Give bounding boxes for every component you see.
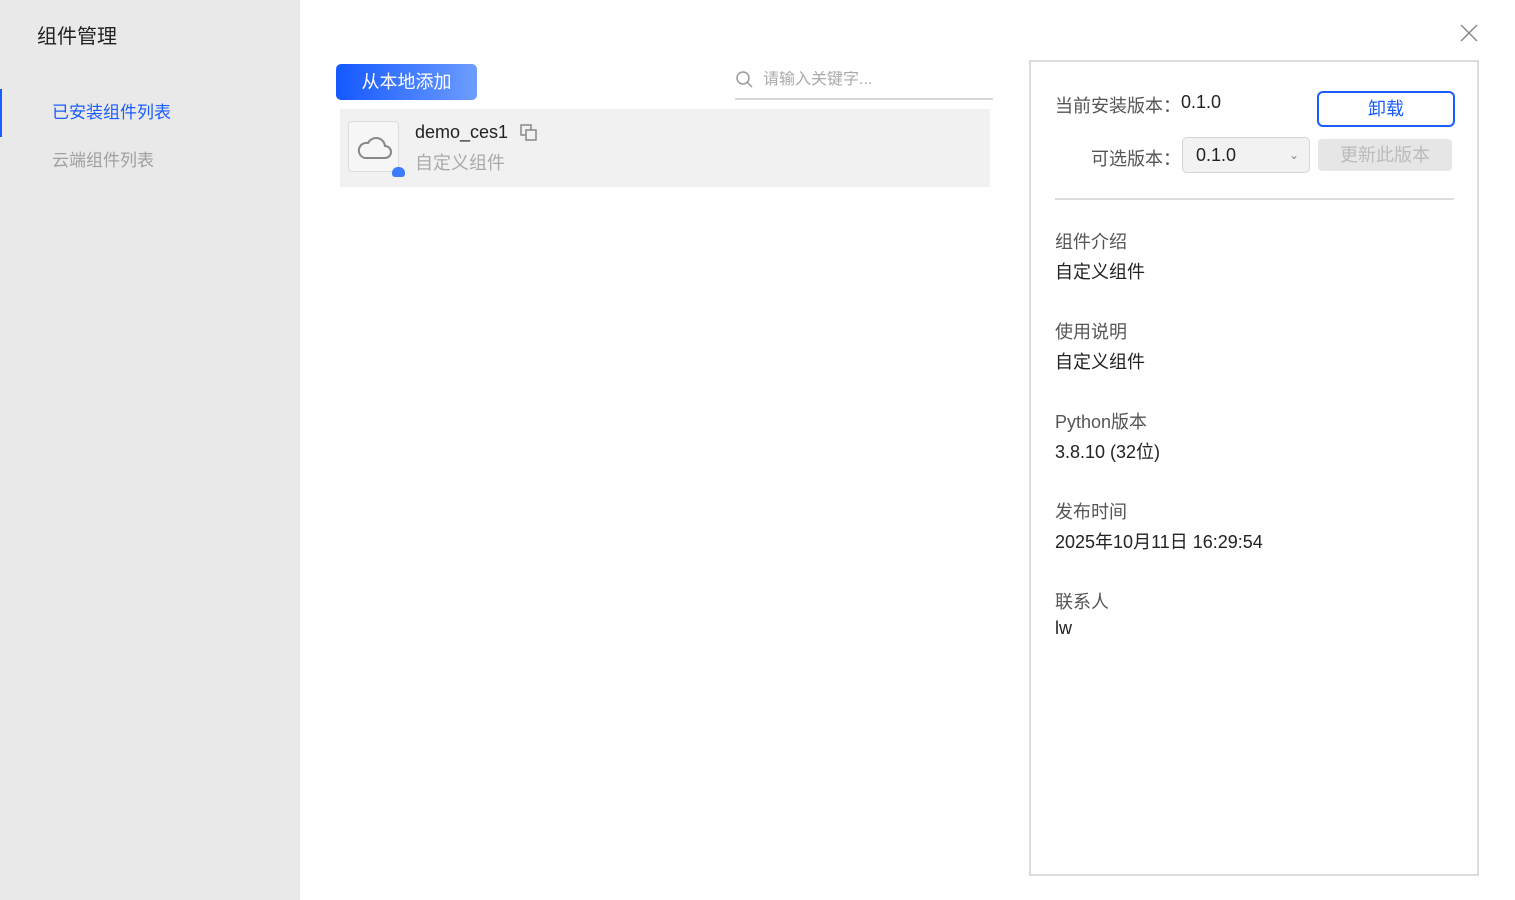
field-value: 自定义组件	[1055, 352, 1145, 372]
search-icon	[736, 71, 753, 88]
cloud-icon	[357, 137, 392, 159]
sidebar-item-installed[interactable]: 已安装组件列表	[0, 89, 300, 137]
detail-panel: 当前安装版本： 0.1.0 卸载 可选版本： 0.1.0 ⌄ 更新此版本 组件介绍…	[1029, 60, 1479, 876]
field-value: 自定义组件	[1055, 262, 1145, 282]
search-input[interactable]	[763, 71, 983, 89]
chevron-down-icon: ⌄	[1288, 148, 1299, 162]
search-box	[735, 62, 993, 100]
current-version-value: 0.1.0	[1181, 92, 1222, 112]
component-desc: 自定义组件	[415, 153, 505, 173]
version-select[interactable]: 0.1.0 ⌄	[1182, 137, 1310, 173]
close-icon[interactable]	[1458, 22, 1480, 44]
field-label: 联系人	[1055, 592, 1109, 612]
component-icon	[348, 121, 405, 177]
copy-icon[interactable]	[520, 124, 538, 142]
page-title: 组件管理	[37, 26, 117, 48]
current-version-label: 当前安装版本：	[1055, 96, 1181, 116]
sidebar-item-cloud[interactable]: 云端组件列表	[0, 137, 300, 185]
version-select-value: 0.1.0	[1196, 145, 1237, 165]
field-label: 发布时间	[1055, 502, 1127, 522]
uninstall-button[interactable]: 卸载	[1317, 91, 1455, 127]
list-item[interactable]: demo_ces1 自定义组件	[340, 109, 990, 187]
field-label: 使用说明	[1055, 322, 1127, 342]
field-value: 2025年10月11日 16:29:54	[1055, 532, 1263, 552]
field-label: 组件介绍	[1055, 232, 1127, 252]
component-name: demo_ces1	[415, 122, 509, 142]
status-dot	[392, 167, 405, 177]
field-label: Python版本	[1055, 412, 1148, 432]
add-local-button[interactable]: 从本地添加	[336, 64, 477, 100]
field-value: lw	[1055, 618, 1072, 638]
sidebar: 组件管理 已安装组件列表 云端组件列表	[0, 0, 300, 900]
optional-version-label: 可选版本：	[1091, 149, 1181, 169]
update-version-button[interactable]: 更新此版本	[1318, 139, 1452, 171]
field-value: 3.8.10 (32位)	[1055, 442, 1161, 462]
divider	[1055, 198, 1454, 200]
